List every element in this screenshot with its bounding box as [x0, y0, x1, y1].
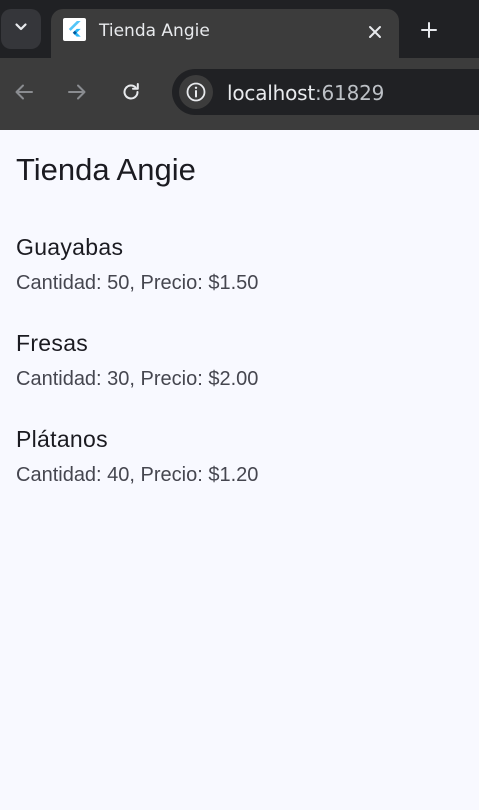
product-list: Guayabas Cantidad: 50, Precio: $1.50 Fre… [0, 230, 479, 518]
back-arrow-icon[interactable] [7, 75, 41, 109]
browser-chrome: Tienda Angie localhost:61829 [0, 0, 479, 130]
product-name: Fresas [16, 330, 89, 356]
list-item[interactable]: Plátanos Cantidad: 40, Precio: $1.20 [0, 422, 479, 518]
tab-strip: Tienda Angie [0, 0, 479, 58]
product-name: Guayabas [16, 234, 124, 260]
reload-icon[interactable] [114, 75, 148, 109]
info-icon[interactable] [179, 75, 213, 109]
browser-tab[interactable]: Tienda Angie [51, 9, 399, 58]
tab-search-button[interactable] [1, 9, 41, 49]
list-item[interactable]: Fresas Cantidad: 30, Precio: $2.00 [0, 326, 479, 422]
close-icon[interactable] [361, 18, 389, 46]
flutter-logo-icon [63, 18, 86, 41]
product-name: Plátanos [16, 426, 108, 452]
address-bar[interactable]: localhost:61829 [172, 69, 479, 115]
forward-arrow-icon[interactable] [60, 75, 94, 109]
page-content: Tienda Angie Guayabas Cantidad: 50, Prec… [0, 130, 479, 810]
chevron-down-icon [13, 19, 29, 40]
page-title: Tienda Angie [16, 152, 196, 187]
plus-icon[interactable] [413, 14, 445, 46]
url-text: localhost:61829 [227, 81, 384, 105]
tab-title: Tienda Angie [99, 21, 210, 41]
browser-toolbar: localhost:61829 [0, 58, 479, 130]
product-detail: Cantidad: 50, Precio: $1.50 [16, 272, 259, 294]
url-host: localhost [227, 81, 315, 105]
url-port: :61829 [314, 81, 385, 105]
product-detail: Cantidad: 30, Precio: $2.00 [16, 368, 259, 390]
list-item[interactable]: Guayabas Cantidad: 50, Precio: $1.50 [0, 230, 479, 326]
product-detail: Cantidad: 40, Precio: $1.20 [16, 464, 259, 486]
